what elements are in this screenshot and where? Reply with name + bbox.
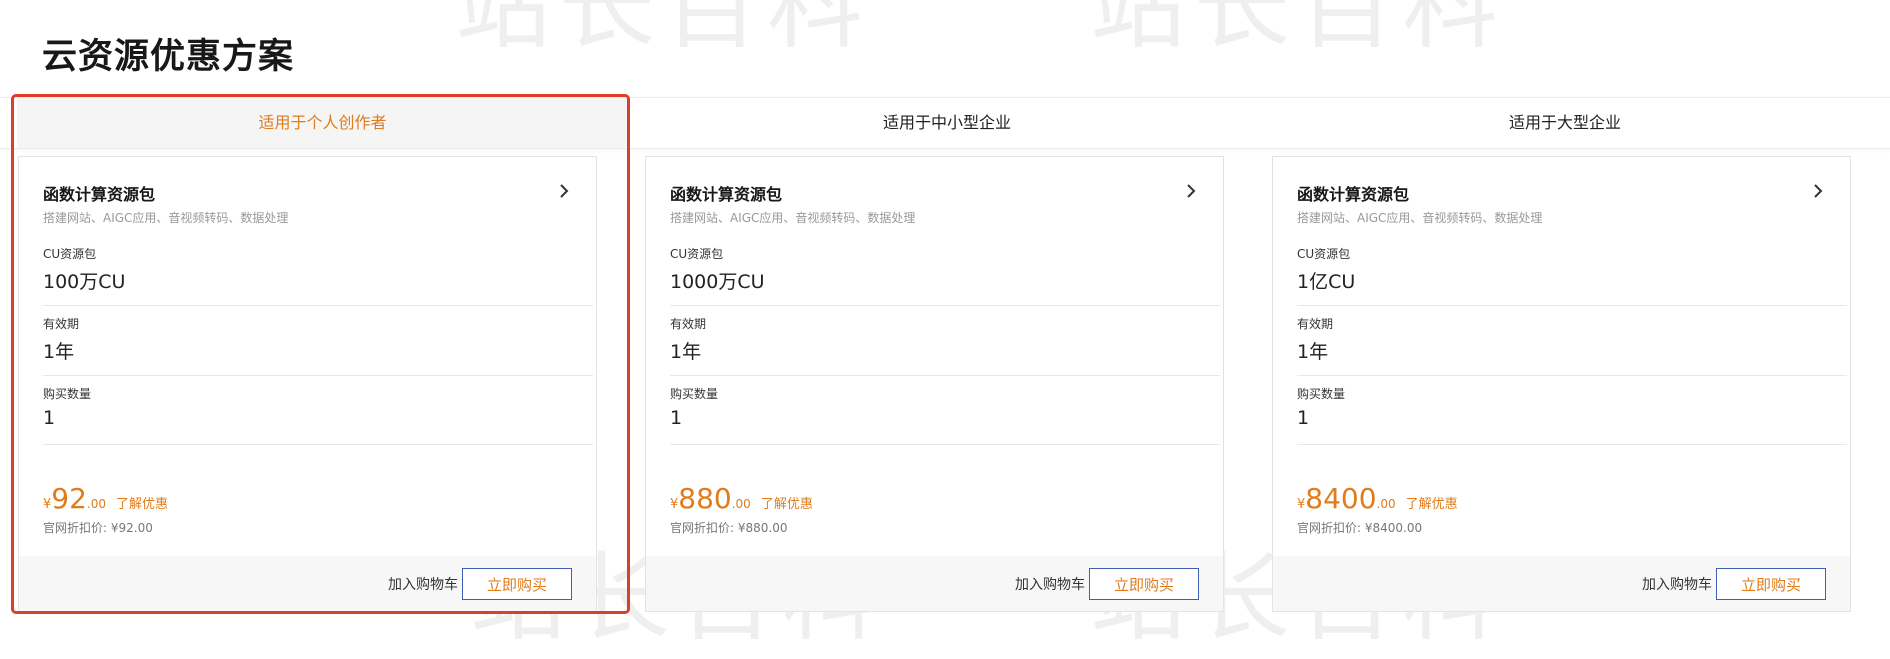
price-integer: 92 — [51, 482, 87, 515]
cu-label: CU资源包 — [670, 247, 724, 261]
qty-field: 购买数量 1 — [670, 385, 1220, 429]
buy-now-button[interactable]: 立即购买 — [462, 568, 572, 600]
price-integer: 8400 — [1305, 482, 1377, 515]
qty-field: 购买数量 1 — [43, 385, 593, 429]
price: ¥8400.00 了解优惠 — [1297, 482, 1458, 515]
period-value[interactable]: 1年 — [43, 337, 593, 364]
cu-label: CU资源包 — [43, 247, 97, 261]
qty-value[interactable]: 1 — [43, 407, 593, 429]
card-footer: 加入购物车 立即购买 — [19, 556, 596, 611]
add-to-cart-link[interactable]: 加入购物车 — [1642, 574, 1712, 594]
divider — [1297, 375, 1847, 376]
official-price: 官网折扣价: ¥880.00 — [670, 521, 788, 535]
official-price: 官网折扣价: ¥92.00 — [43, 521, 153, 535]
qty-field: 购买数量 1 — [1297, 385, 1847, 429]
plan-card: 函数计算资源包 搭建网站、AIGC应用、音视频转码、数据处理 CU资源包 1亿C… — [1272, 156, 1851, 612]
tab-bar: 适用于个人创作者 适用于中小型企业 适用于大型企业 — [0, 97, 1890, 149]
watermark: 站长百科 — [455, 0, 871, 62]
promo-link[interactable]: 了解优惠 — [116, 497, 168, 512]
price-integer: 880 — [678, 482, 732, 515]
qty-label: 购买数量 — [1297, 387, 1346, 401]
period-field: 有效期 1年 — [1297, 315, 1847, 364]
cu-field: CU资源包 100万CU — [43, 245, 593, 294]
promo-link[interactable]: 了解优惠 — [761, 497, 813, 512]
period-label: 有效期 — [1297, 317, 1334, 331]
plan-card: 函数计算资源包 搭建网站、AIGC应用、音视频转码、数据处理 CU资源包 100… — [18, 156, 597, 612]
card-title: 函数计算资源包 — [670, 185, 783, 204]
qty-label: 购买数量 — [43, 387, 92, 401]
cu-field: CU资源包 1000万CU — [670, 245, 1220, 294]
price: ¥92.00 了解优惠 — [43, 482, 168, 515]
add-to-cart-link[interactable]: 加入购物车 — [388, 574, 458, 594]
qty-label: 购买数量 — [670, 387, 719, 401]
period-label: 有效期 — [670, 317, 707, 331]
chevron-right-icon[interactable] — [1810, 183, 1826, 199]
card-footer: 加入购物车 立即购买 — [646, 556, 1223, 611]
plan-card: 函数计算资源包 搭建网站、AIGC应用、音视频转码、数据处理 CU资源包 100… — [645, 156, 1224, 612]
cu-label: CU资源包 — [1297, 247, 1351, 261]
divider — [43, 444, 593, 445]
card-title: 函数计算资源包 — [43, 185, 156, 204]
divider — [670, 305, 1220, 306]
tab-sme[interactable]: 适用于中小型企业 — [634, 98, 1260, 148]
card-subtitle: 搭建网站、AIGC应用、音视频转码、数据处理 — [670, 211, 916, 225]
buy-now-button[interactable]: 立即购买 — [1716, 568, 1826, 600]
period-value[interactable]: 1年 — [670, 337, 1220, 364]
tab-large-enterprise[interactable]: 适用于大型企业 — [1260, 98, 1870, 148]
divider — [43, 375, 593, 376]
divider — [670, 375, 1220, 376]
card-subtitle: 搭建网站、AIGC应用、音视频转码、数据处理 — [1297, 211, 1543, 225]
divider — [1297, 305, 1847, 306]
qty-value[interactable]: 1 — [670, 407, 1220, 429]
price-decimal: .00 — [731, 497, 751, 511]
promo-link[interactable]: 了解优惠 — [1406, 497, 1458, 512]
add-to-cart-link[interactable]: 加入购物车 — [1015, 574, 1085, 594]
divider — [1297, 444, 1847, 445]
page-title: 云资源优惠方案 — [42, 37, 295, 77]
cu-field: CU资源包 1亿CU — [1297, 245, 1847, 294]
qty-value[interactable]: 1 — [1297, 407, 1847, 429]
price: ¥880.00 了解优惠 — [670, 482, 813, 515]
divider — [43, 305, 593, 306]
divider — [670, 444, 1220, 445]
tab-personal-creator[interactable]: 适用于个人创作者 — [17, 98, 628, 148]
price-decimal: .00 — [86, 497, 107, 511]
period-field: 有效期 1年 — [43, 315, 593, 364]
cu-value[interactable]: 1亿CU — [1297, 267, 1847, 294]
chevron-right-icon[interactable] — [556, 183, 572, 199]
cu-value[interactable]: 100万CU — [43, 267, 593, 294]
chevron-right-icon[interactable] — [1183, 183, 1199, 199]
price-decimal: .00 — [1376, 497, 1396, 511]
period-value[interactable]: 1年 — [1297, 337, 1847, 364]
period-label: 有效期 — [43, 317, 80, 331]
watermark: 站长百科 — [1090, 0, 1506, 62]
card-subtitle: 搭建网站、AIGC应用、音视频转码、数据处理 — [43, 211, 289, 225]
card-footer: 加入购物车 立即购买 — [1273, 556, 1850, 611]
period-field: 有效期 1年 — [670, 315, 1220, 364]
official-price: 官网折扣价: ¥8400.00 — [1297, 521, 1423, 535]
card-title: 函数计算资源包 — [1297, 185, 1410, 204]
cu-value[interactable]: 1000万CU — [670, 267, 1220, 294]
buy-now-button[interactable]: 立即购买 — [1089, 568, 1199, 600]
